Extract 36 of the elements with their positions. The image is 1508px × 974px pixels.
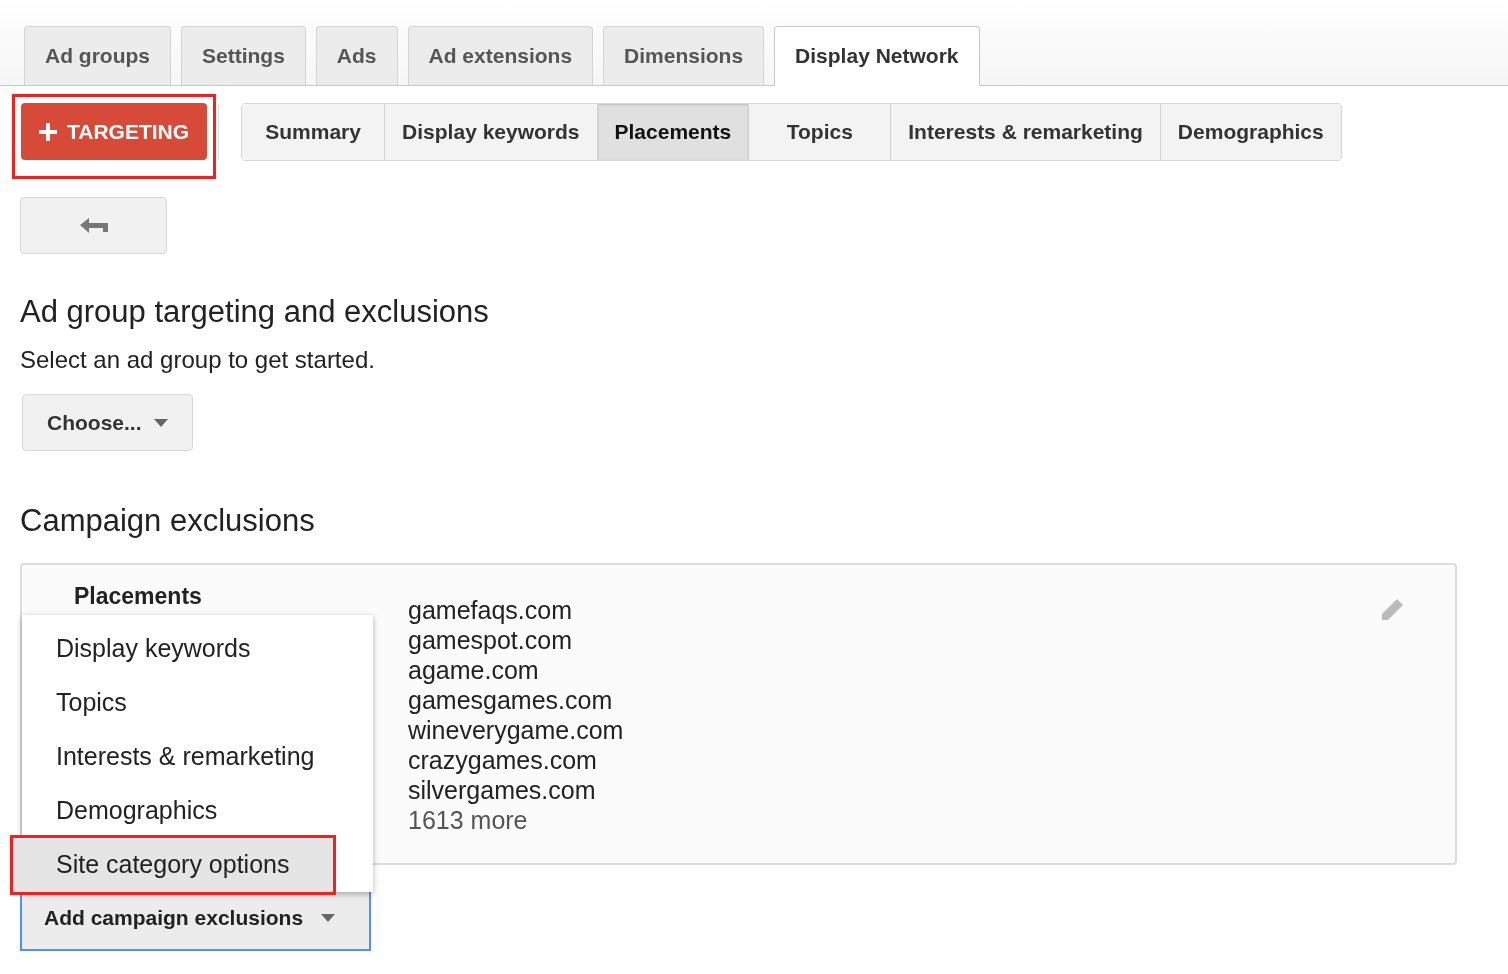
sub-tab[interactable]: Display keywords — [384, 103, 597, 160]
choose-dropdown[interactable]: Choose... — [22, 394, 193, 451]
placement-item: wineverygame.com — [408, 715, 624, 745]
menu-item[interactable]: Interests & remarketing — [22, 730, 373, 784]
sub-tab[interactable]: Topics — [748, 103, 891, 160]
placement-item: agame.com — [408, 655, 540, 685]
tab[interactable]: Settings — [181, 26, 306, 85]
caret-icon — [153, 418, 168, 427]
sub-tab[interactable]: Demographics — [1159, 103, 1341, 160]
placement-item: silvergames.com — [408, 775, 597, 805]
placement-item: crazygames.com — [408, 745, 598, 775]
sub-tab[interactable]: Interests & remarketing — [890, 103, 1160, 160]
sub-tab[interactable]: Placements — [596, 103, 749, 160]
menu-item[interactable]: Demographics — [22, 784, 373, 838]
plus-icon — [39, 122, 57, 141]
tab[interactable]: Ads — [315, 26, 398, 85]
placement-item: gamesgames.com — [408, 685, 614, 715]
targeting-button[interactable]: TARGETING — [21, 103, 208, 160]
sub-tab[interactable]: Summary — [242, 103, 385, 160]
tab[interactable]: Display Network — [774, 26, 980, 86]
back-arrow-icon — [79, 217, 108, 234]
menu-item[interactable]: Topics — [22, 676, 373, 730]
menu-item[interactable]: Display keywords — [22, 622, 373, 676]
tab[interactable]: Ad extensions — [407, 26, 594, 85]
menu-item[interactable]: Site category options — [13, 838, 333, 892]
placement-item: gamefaqs.com — [408, 595, 573, 625]
panel-heading: Placements — [74, 583, 202, 609]
section-title: Ad group targeting and exclusions — [20, 293, 490, 331]
more-link[interactable]: 1613 more — [408, 805, 624, 835]
tab[interactable]: Ad groups — [24, 26, 171, 85]
caret-icon — [321, 914, 336, 922]
placement-item: gamespot.com — [408, 625, 573, 655]
back-button[interactable] — [20, 197, 167, 254]
section-title: Campaign exclusions — [20, 502, 316, 540]
tab[interactable]: Dimensions — [603, 26, 765, 85]
description: Select an ad group to get started. — [20, 345, 376, 375]
